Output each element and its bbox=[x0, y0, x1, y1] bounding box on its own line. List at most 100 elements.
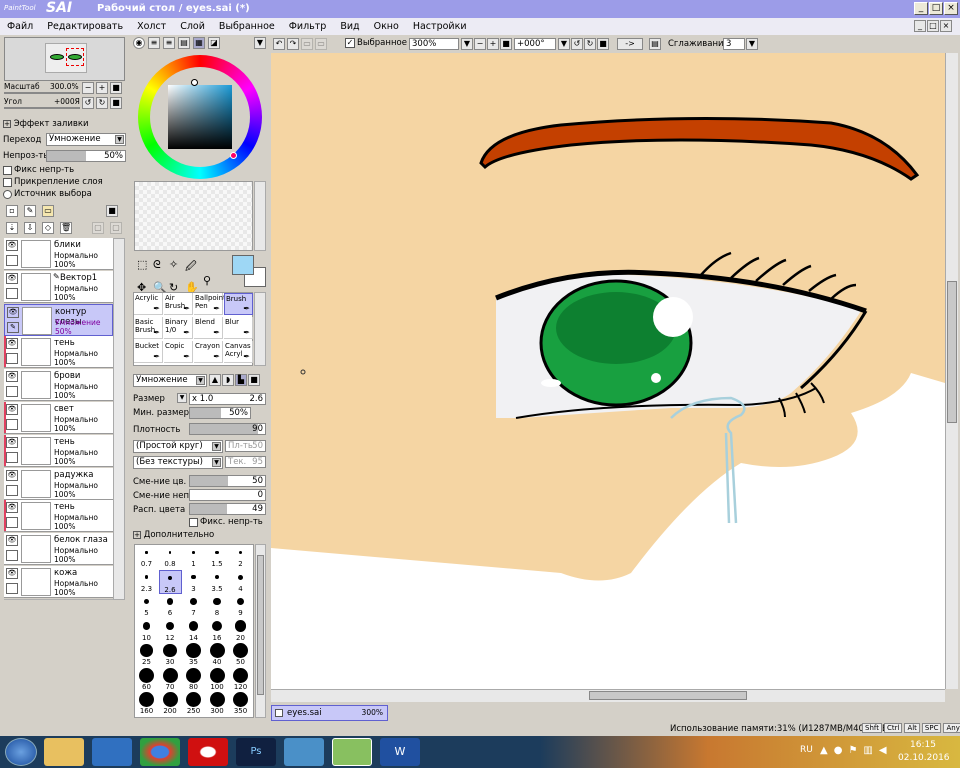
canvas-vscroll-thumb[interactable] bbox=[947, 281, 957, 423]
sizes-scroll-thumb[interactable] bbox=[257, 555, 264, 695]
smoothing-dropdown-icon[interactable]: ▼ bbox=[746, 38, 758, 50]
size-slider[interactable]: x 1.0 2.6 bbox=[189, 393, 266, 405]
primary-color-swatch[interactable] bbox=[232, 255, 254, 275]
size-preset[interactable]: 16 bbox=[206, 619, 229, 643]
clock-date[interactable]: 02.10.2016 bbox=[898, 753, 950, 763]
rotate-left-button[interactable]: ↺ bbox=[82, 97, 94, 109]
rotate-reset-button[interactable]: ■ bbox=[110, 97, 122, 109]
navigator-thumbnail[interactable] bbox=[45, 43, 87, 73]
layer-row[interactable]: 👁 радужка Нормально 100% bbox=[4, 467, 113, 500]
minimize-button[interactable]: _ bbox=[914, 2, 928, 15]
layer-row[interactable]: 👁 блики Нормально 100% bbox=[4, 238, 113, 270]
layer-lock-box[interactable] bbox=[6, 287, 18, 299]
trash-icon[interactable]: 🗑 bbox=[60, 222, 72, 234]
eye-icon[interactable]: 👁 bbox=[6, 404, 18, 415]
mixer-tab-icon[interactable]: ▦ bbox=[193, 37, 205, 49]
size-preset[interactable]: 50 bbox=[229, 643, 252, 667]
layer-row[interactable]: 👁 ✎ контур слезы Умножение 50% bbox=[4, 303, 113, 336]
brush-tool[interactable]: Air Brush ✒ bbox=[164, 293, 193, 315]
rotate-zero-icon[interactable]: ■ bbox=[597, 38, 609, 50]
size-preset[interactable]: 20 bbox=[229, 619, 252, 643]
angle-dropdown-icon[interactable]: ▼ bbox=[558, 38, 570, 50]
redo-icon[interactable]: ↷ bbox=[287, 38, 299, 50]
size-preset[interactable]: 9 bbox=[229, 594, 252, 618]
chrome-taskbar-icon[interactable] bbox=[140, 738, 180, 766]
rgb-slider-tab-icon[interactable]: ≡ bbox=[148, 37, 160, 49]
menu-item-6[interactable]: Вид bbox=[333, 21, 366, 32]
size-preset[interactable]: 350 bbox=[229, 692, 252, 716]
zoom-out-button[interactable]: − bbox=[82, 82, 94, 94]
opera-taskbar-icon[interactable] bbox=[188, 738, 228, 766]
zoom-reset-button[interactable]: ■ bbox=[110, 82, 122, 94]
menu-item-2[interactable]: Холст bbox=[130, 21, 173, 32]
merge-down-icon[interactable]: ⇩ bbox=[24, 222, 36, 234]
brush-scrollbar[interactable] bbox=[254, 292, 266, 366]
brush-fix-opacity-check[interactable]: Фикс. непр-ть bbox=[189, 517, 263, 527]
layer-lock-box[interactable] bbox=[6, 451, 18, 463]
layer-lock-box[interactable] bbox=[6, 353, 18, 365]
clip-layer-check[interactable]: Прикрепление слоя bbox=[3, 177, 103, 187]
language-indicator[interactable]: RU bbox=[800, 745, 813, 755]
shape-block-icon[interactable]: ■ bbox=[248, 374, 260, 386]
layer-row[interactable]: 👁 Вектор1 Нормально 100% ✎ bbox=[4, 270, 113, 303]
eye-icon[interactable]: 👁 bbox=[6, 436, 18, 448]
doc-close-button[interactable]: × bbox=[940, 20, 952, 32]
size-preset[interactable]: 35 bbox=[182, 643, 205, 667]
checkbox[interactable] bbox=[3, 165, 12, 175]
invert-selection-icon[interactable]: ▭ bbox=[315, 38, 327, 50]
new-vector-layer-icon[interactable]: ✎ bbox=[24, 205, 36, 217]
layer-row[interactable]: 👁 тень Нормально 100% bbox=[4, 336, 113, 369]
layer-row[interactable]: 👁 тень Нормально 100% bbox=[4, 500, 113, 533]
size-preset[interactable]: 5 bbox=[135, 594, 158, 618]
eye-icon[interactable]: 👁 bbox=[7, 306, 19, 318]
color-panel-menu-icon[interactable]: ▼ bbox=[254, 37, 266, 49]
saturation-value-square[interactable] bbox=[168, 85, 232, 149]
size-preset[interactable]: 120 bbox=[229, 667, 252, 692]
size-preset[interactable]: 200 bbox=[159, 692, 182, 716]
min-size-slider[interactable]: 50% bbox=[189, 407, 251, 419]
canvas[interactable] bbox=[271, 53, 945, 689]
transfer-down-icon[interactable]: ⇣ bbox=[6, 222, 18, 234]
zoom-select[interactable]: 300% bbox=[409, 38, 459, 50]
angle-select[interactable]: +000° bbox=[514, 38, 556, 50]
layer-mask-icon[interactable]: ■ bbox=[106, 205, 118, 217]
size-preset[interactable]: 250 bbox=[182, 692, 205, 716]
size-preset[interactable]: 1 bbox=[182, 545, 205, 569]
sai-taskbar-icon[interactable] bbox=[332, 738, 372, 766]
size-preset[interactable]: 14 bbox=[182, 619, 205, 643]
texture-strength-field[interactable]: Тек. 95 bbox=[225, 456, 266, 468]
clock-time[interactable]: 16:15 bbox=[910, 740, 936, 750]
menu-item-1[interactable]: Редактировать bbox=[40, 21, 130, 32]
zoom-dropdown-icon[interactable]: ▼ bbox=[461, 38, 473, 50]
doc-minimize-button[interactable]: _ bbox=[914, 20, 926, 32]
shape-square-icon[interactable]: ▙ bbox=[235, 374, 247, 386]
tray-app-icon[interactable]: ● bbox=[834, 745, 843, 756]
magic-wand-icon[interactable]: ✧ bbox=[169, 258, 185, 277]
media-player-taskbar-icon[interactable] bbox=[92, 738, 132, 766]
layer-row[interactable]: 👁 свет Нормально 100% bbox=[4, 402, 113, 434]
select-source-check[interactable]: Источник выбора bbox=[3, 189, 92, 199]
layers-scrollbar[interactable] bbox=[113, 238, 125, 600]
fill-effect-header[interactable]: + Эффект заливки bbox=[3, 119, 89, 129]
size-preset[interactable]: 40 bbox=[206, 643, 229, 667]
brush-tool[interactable]: Canvas Acryl ✒ bbox=[224, 341, 253, 363]
eye-icon[interactable]: 👁 bbox=[6, 240, 18, 251]
sizes-scrollbar[interactable] bbox=[255, 544, 266, 718]
eye-icon[interactable]: 👁 bbox=[6, 502, 18, 514]
hsv-slider-tab-icon[interactable]: ≡ bbox=[163, 37, 175, 49]
menu-item-7[interactable]: Окно bbox=[367, 21, 406, 32]
eye-icon[interactable]: 👁 bbox=[6, 568, 18, 579]
brush-tool[interactable]: Copic ✒ bbox=[164, 341, 193, 363]
size-mult-select[interactable]: ▼ bbox=[177, 393, 187, 403]
size-preset[interactable]: 3.5 bbox=[206, 570, 229, 594]
eyedropper2-icon[interactable]: ⚲ bbox=[203, 274, 211, 287]
size-preset[interactable]: 0.7 bbox=[135, 545, 158, 569]
radio[interactable] bbox=[3, 189, 12, 199]
hue-marker[interactable] bbox=[191, 79, 198, 86]
size-preset[interactable]: 25 bbox=[135, 643, 158, 667]
clear-layer-icon[interactable]: ◇ bbox=[42, 222, 54, 234]
explorer-taskbar-icon[interactable] bbox=[44, 738, 84, 766]
smoothing-select[interactable]: 3 bbox=[723, 38, 745, 50]
dilute-slider[interactable]: 0 bbox=[189, 489, 266, 501]
density-slider[interactable]: 90 bbox=[189, 423, 266, 435]
